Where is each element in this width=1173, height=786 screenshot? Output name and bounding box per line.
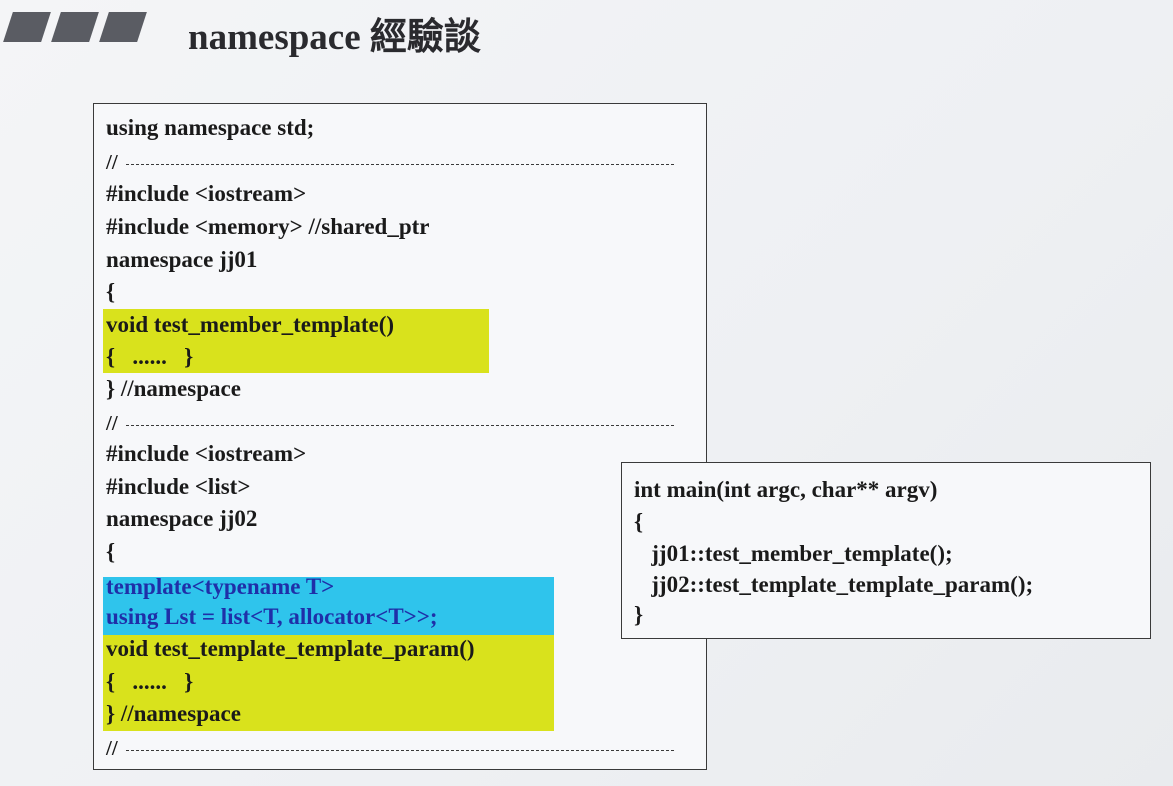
code-line: jj02::test_template_template_param(); <box>634 572 1034 597</box>
code-line: { ...... } <box>106 669 194 694</box>
separator-comment: // <box>106 150 118 174</box>
code-line: #include <list> <box>106 474 251 499</box>
code-line: using namespace std; <box>106 115 315 140</box>
separator-dashes <box>126 425 674 426</box>
code-box-main: int main(int argc, char** argv) { jj01::… <box>621 462 1151 639</box>
slide-title: namespace 經驗談 <box>188 17 481 58</box>
code-line: using Lst = list<T, allocator<T>>; <box>106 604 438 629</box>
code-line: { ...... } <box>106 344 194 369</box>
separator-comment: // <box>106 736 118 760</box>
code-line: jj01::test_member_template(); <box>634 541 953 566</box>
title-decoration-bars <box>0 12 160 42</box>
decor-bar <box>51 12 99 42</box>
decor-bar <box>3 12 51 42</box>
code-line: void test_template_template_param() <box>106 636 475 661</box>
code-line: { <box>106 279 116 304</box>
separator-comment: // <box>106 411 118 435</box>
code-line: namespace jj02 <box>106 506 258 531</box>
code-line: void test_member_template() <box>106 312 395 337</box>
code-line: #include <iostream> <box>106 181 307 206</box>
code-line: namespace jj01 <box>106 247 258 272</box>
code-line: { <box>634 509 644 534</box>
code-line: #include <memory> //shared_ptr <box>106 214 430 239</box>
separator-dashes <box>126 750 674 751</box>
code-line: } <box>634 602 644 627</box>
code-line: #include <iostream> <box>106 441 307 466</box>
code-box-namespaces: using namespace std; // #include <iostre… <box>93 103 707 770</box>
code-line: int main(int argc, char** argv) <box>634 477 938 502</box>
decor-bar <box>99 12 147 42</box>
code-line: } //namespace <box>106 376 241 401</box>
separator-dashes <box>126 164 674 165</box>
code-line: { <box>106 539 116 564</box>
code-line: } //namespace <box>106 701 241 726</box>
code-line: template<typename T> <box>106 574 335 599</box>
